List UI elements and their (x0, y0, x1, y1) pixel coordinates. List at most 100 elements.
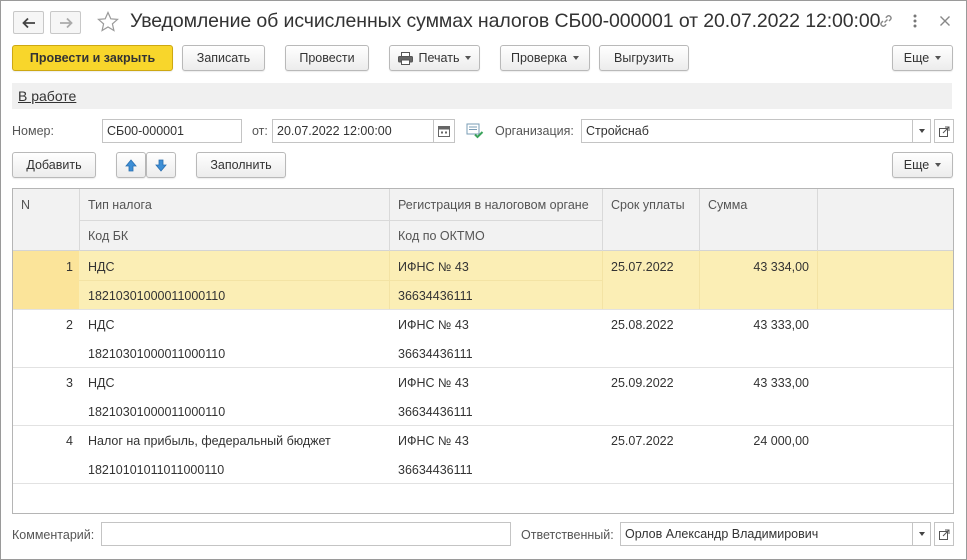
comment-label: Комментарий: (12, 528, 95, 542)
registration-cell[interactable]: ИФНС № 43 (398, 260, 469, 274)
calendar-button[interactable] (433, 119, 455, 143)
document-check-icon[interactable] (466, 123, 484, 139)
col-registration-header[interactable]: Регистрация в налоговом органе (398, 198, 589, 212)
status-bar: В работе (12, 83, 952, 109)
oktmo-cell[interactable]: 36634436111 (398, 347, 473, 361)
col-tax-type-header[interactable]: Тип налога (88, 198, 152, 212)
number-label: Номер: (12, 124, 54, 138)
open-icon (938, 529, 949, 540)
comment-field[interactable] (101, 522, 511, 546)
responsible-field[interactable]: Орлов Александр Владимирович (620, 522, 913, 546)
amount-cell[interactable]: 43 334,00 (703, 260, 809, 274)
due-date-cell[interactable]: 25.09.2022 (611, 376, 674, 390)
check-label: Проверка (511, 51, 567, 65)
post-and-close-button[interactable]: Провести и закрыть (12, 45, 173, 71)
save-label: Записать (196, 51, 251, 65)
open-icon (938, 126, 949, 137)
organization-label: Организация: (495, 124, 574, 138)
star-icon[interactable] (96, 10, 120, 34)
print-label: Печать (418, 51, 460, 65)
amount-cell[interactable]: 24 000,00 (703, 434, 809, 448)
col-amount-header[interactable]: Сумма (708, 198, 747, 212)
organization-field[interactable]: Стройснаб (581, 119, 913, 143)
table-more-label: Еще (903, 158, 930, 172)
chevron-down-icon (918, 129, 925, 133)
oktmo-cell[interactable]: 36634436111 (398, 463, 473, 477)
table-header: N Тип налога Код БК Регистрация в налого… (13, 189, 953, 251)
back-button[interactable] (13, 11, 44, 34)
kbk-cell[interactable]: 18210101011011000110 (88, 463, 224, 477)
more-label: Еще (903, 51, 930, 65)
table-row[interactable]: 1 НДС 18210301000011000110 ИФНС № 43 366… (13, 251, 953, 309)
table-row[interactable]: 3 НДС 18210301000011000110 ИФНС № 43 366… (13, 367, 953, 425)
cell-divider (79, 280, 603, 281)
registration-cell[interactable]: ИФНС № 43 (398, 434, 469, 448)
responsible-dropdown[interactable] (912, 522, 931, 546)
date-label: от: (252, 124, 268, 138)
chevron-down-icon (573, 56, 579, 60)
chevron-down-icon (935, 56, 942, 60)
arrow-left-icon (21, 17, 35, 28)
organization-open-button[interactable] (934, 119, 954, 143)
kbk-cell[interactable]: 18210301000011000110 (88, 405, 225, 419)
amount-cell[interactable]: 43 333,00 (703, 376, 809, 390)
arrow-right-icon (59, 17, 73, 28)
post-button[interactable]: Провести (285, 45, 369, 71)
cell-divider (817, 251, 818, 309)
forward-button[interactable] (50, 11, 81, 34)
table-more-button[interactable]: Еще (892, 152, 953, 178)
kbk-cell[interactable]: 18210301000011000110 (88, 347, 225, 361)
row-number: 2 (66, 318, 73, 332)
tax-type-cell[interactable]: НДС (88, 318, 115, 332)
number-field[interactable]: СБ00-000001 (102, 119, 242, 143)
oktmo-cell[interactable]: 36634436111 (398, 405, 473, 419)
save-button[interactable]: Записать (182, 45, 265, 71)
status-link[interactable]: В работе (18, 88, 76, 104)
more-actions-button[interactable]: Еще (892, 45, 953, 71)
registration-cell[interactable]: ИФНС № 43 (398, 318, 469, 332)
kbk-cell[interactable]: 18210301000011000110 (88, 289, 225, 303)
table-row[interactable]: 4 Налог на прибыль, федеральный бюджет 1… (13, 425, 953, 483)
window-title: Уведомление об исчисленных суммах налого… (130, 10, 881, 32)
fill-label: Заполнить (210, 158, 272, 172)
header-divider (79, 220, 603, 221)
amount-cell[interactable]: 43 333,00 (703, 318, 809, 332)
responsible-label: Ответственный: (521, 528, 614, 542)
due-date-cell[interactable]: 25.07.2022 (611, 434, 674, 448)
tax-type-cell[interactable]: Налог на прибыль, федеральный бюджет (88, 434, 331, 448)
cell-divider (699, 251, 700, 309)
export-label: Выгрузить (614, 51, 674, 65)
close-icon[interactable] (937, 13, 953, 29)
tax-type-cell[interactable]: НДС (88, 376, 115, 390)
due-date-cell[interactable]: 25.07.2022 (611, 260, 674, 274)
col-oktmo-header[interactable]: Код по ОКТМО (398, 229, 485, 243)
post-label: Провести (299, 51, 355, 65)
col-due-date-header[interactable]: Срок уплаты (611, 198, 685, 212)
responsible-open-button[interactable] (934, 522, 954, 546)
export-button[interactable]: Выгрузить (599, 45, 689, 71)
tax-type-cell[interactable]: НДС (88, 260, 115, 274)
chevron-down-icon (935, 163, 942, 167)
oktmo-cell[interactable]: 36634436111 (398, 289, 473, 303)
document-window: Уведомление об исчисленных суммах налого… (0, 0, 967, 560)
move-up-button[interactable] (116, 152, 146, 178)
fill-button[interactable]: Заполнить (196, 152, 286, 178)
col-n-header[interactable]: N (21, 198, 30, 212)
print-button[interactable]: Печать (389, 45, 480, 71)
header-divider (699, 189, 700, 251)
move-down-button[interactable] (146, 152, 176, 178)
date-field[interactable]: 20.07.2022 12:00:00 (272, 119, 434, 143)
table-row[interactable]: 2 НДС 18210301000011000110 ИФНС № 43 366… (13, 309, 953, 367)
organization-dropdown[interactable] (912, 119, 931, 143)
link-icon[interactable] (878, 13, 894, 29)
more-vertical-icon[interactable] (907, 13, 923, 29)
row-number: 1 (66, 260, 73, 274)
chevron-down-icon (918, 532, 925, 536)
add-row-button[interactable]: Добавить (12, 152, 96, 178)
col-kbk-header[interactable]: Код БК (88, 229, 128, 243)
row-number: 4 (66, 434, 73, 448)
check-button[interactable]: Проверка (500, 45, 590, 71)
taxes-table[interactable]: N Тип налога Код БК Регистрация в налого… (12, 188, 954, 514)
registration-cell[interactable]: ИФНС № 43 (398, 376, 469, 390)
due-date-cell[interactable]: 25.08.2022 (611, 318, 674, 332)
